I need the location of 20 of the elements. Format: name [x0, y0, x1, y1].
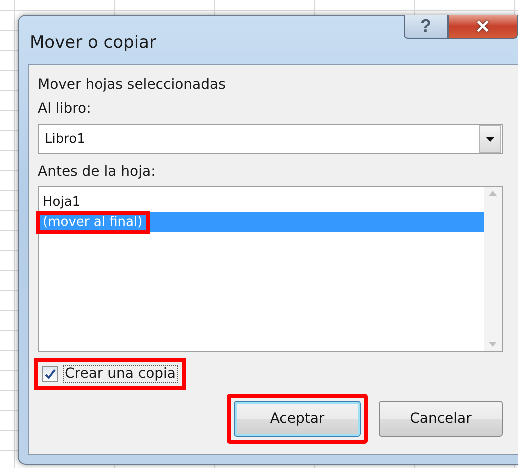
help-button[interactable]: ? — [404, 15, 448, 39]
caption-text: Mover hojas seleccionadas — [38, 76, 227, 95]
check-icon — [44, 368, 56, 380]
accept-button[interactable]: Aceptar — [234, 401, 361, 437]
sheets-label: Antes de la hoja: — [38, 163, 157, 182]
dropdown-button[interactable] — [479, 125, 501, 153]
book-dropdown[interactable]: Libro1 — [38, 124, 503, 154]
book-label: Al libro: — [38, 100, 92, 119]
scrollbar[interactable] — [484, 187, 502, 351]
book-value: Libro1 — [44, 132, 86, 146]
sheet-item[interactable]: Hoja1 — [39, 192, 484, 212]
scroll-down-icon[interactable] — [489, 342, 497, 347]
copy-label[interactable]: Crear una copia — [63, 365, 178, 383]
caret-icon — [486, 136, 494, 142]
cancel-button[interactable]: Cancelar — [379, 401, 503, 437]
window-title: Mover o copiar — [30, 33, 158, 53]
copy-checkbox[interactable] — [42, 366, 58, 382]
scroll-up-icon[interactable] — [489, 191, 497, 196]
copy-checkbox-row[interactable]: Crear una copia — [38, 362, 182, 386]
close-button[interactable]: ✕ — [448, 15, 518, 39]
